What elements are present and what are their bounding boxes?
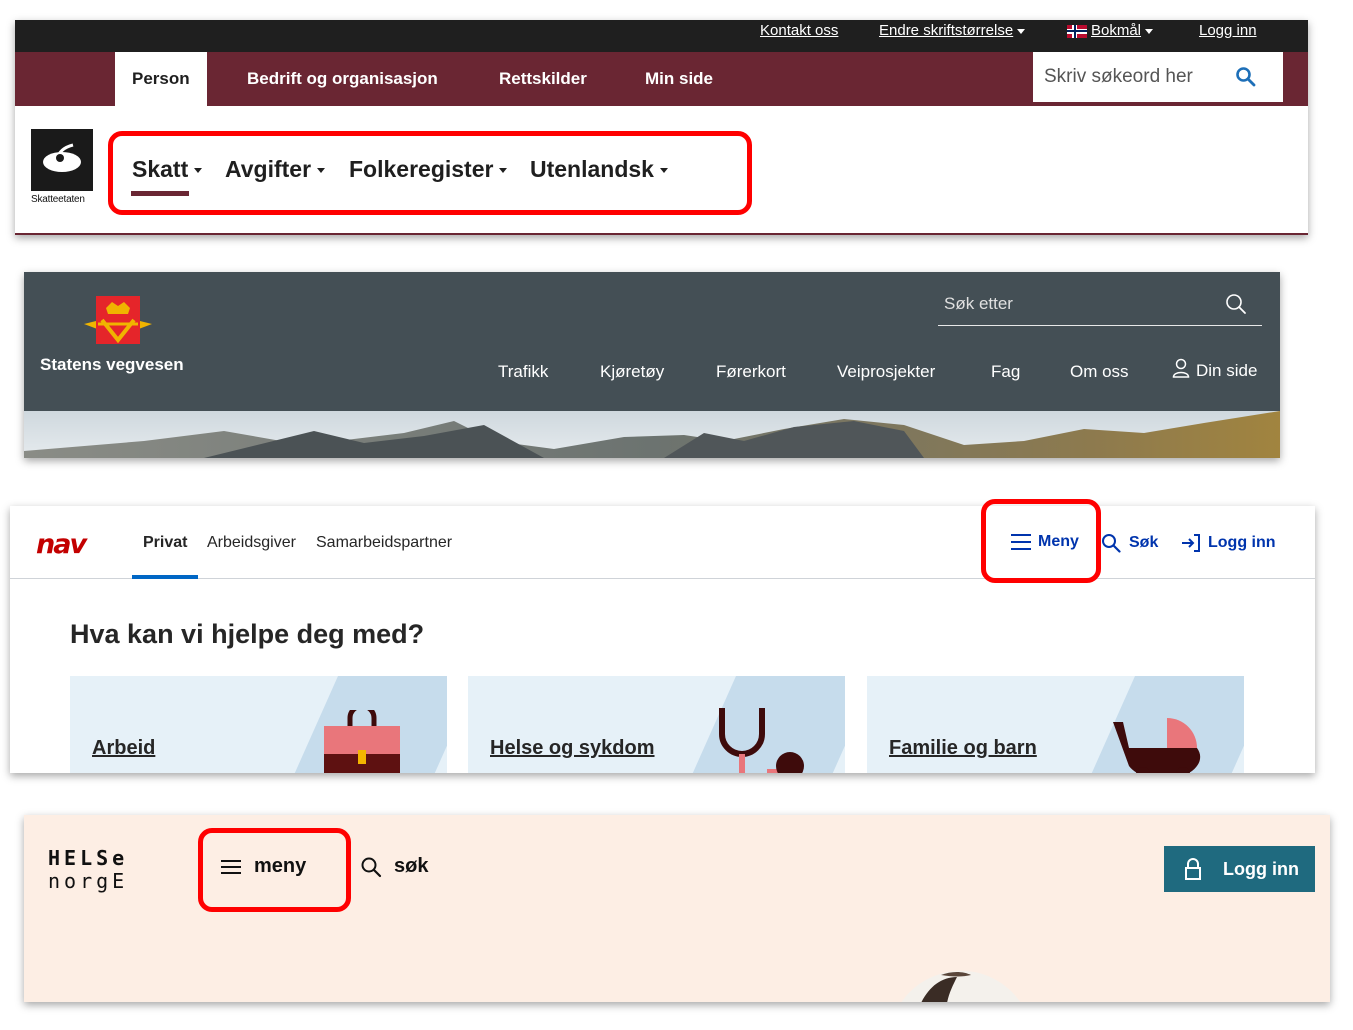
lock-icon <box>1185 858 1201 880</box>
search-label: Søk <box>1129 534 1159 552</box>
search-icon[interactable] <box>1224 292 1248 316</box>
card-health[interactable]: Helse og sykdom <box>468 676 845 773</box>
highlight-box-menu <box>981 499 1101 583</box>
search-placeholder: Søk etter <box>944 294 1013 313</box>
mountain-banner-image <box>24 411 1280 458</box>
hero-photo-image <box>901 970 1021 1002</box>
language-dropdown[interactable]: Bokmål <box>1067 22 1154 39</box>
nav-logo[interactable]: nav <box>36 529 87 560</box>
search-button[interactable]: søk <box>360 855 428 878</box>
user-icon <box>1172 358 1190 378</box>
briefcase-icon <box>324 710 400 773</box>
stroller-icon <box>1113 718 1201 773</box>
active-tab-indicator <box>132 575 198 579</box>
skatteetaten-logo[interactable] <box>31 129 93 191</box>
search-input[interactable]: Skriv søkeord her <box>1033 52 1283 102</box>
caret-down-icon <box>1145 28 1154 34</box>
menu-item-license[interactable]: Førerkort <box>716 362 786 382</box>
menu-item-my-page[interactable]: Din side <box>1172 358 1257 381</box>
tab-employer[interactable]: Arbeidsgiver <box>207 534 296 552</box>
logo-text: Skatteetaten <box>31 194 85 205</box>
font-size-label: Endre skriftstørrelse <box>879 22 1014 39</box>
menu-item-fag[interactable]: Fag <box>991 362 1020 382</box>
search-label: søk <box>394 855 429 877</box>
search-icon <box>361 857 382 877</box>
card-family[interactable]: Familie og barn <box>867 676 1244 773</box>
logo-mark-icon <box>43 143 81 172</box>
nav-topbar: nav Privat Arbeidsgiver Samarbeidspartne… <box>10 506 1315 579</box>
nav-item-business[interactable]: Bedrift og organisasjon <box>247 52 438 106</box>
card-work[interactable]: Arbeid <box>70 676 447 773</box>
contact-link[interactable]: Kontakt oss <box>760 22 838 39</box>
nav-header: nav Privat Arbeidsgiver Samarbeidspartne… <box>10 506 1315 773</box>
divider <box>15 233 1308 235</box>
vegvesen-brand[interactable]: Statens vegvesen <box>40 355 184 375</box>
login-label: Logg inn <box>1223 859 1299 879</box>
vegvesen-header: Statens vegvesen Søk etter Trafikk Kjøre… <box>24 272 1280 458</box>
nav-item-my-page[interactable]: Min side <box>645 52 713 106</box>
login-label: Logg inn <box>1208 534 1276 552</box>
utility-bar: Kontakt oss Endre skriftstørrelse Bokmål… <box>15 20 1308 52</box>
vegvesen-crest-icon[interactable] <box>82 294 154 348</box>
helsenorge-logo[interactable]: HELSe norgE <box>48 847 128 893</box>
menu-item-vehicles[interactable]: Kjøretøy <box>600 362 664 382</box>
stethoscope-icon <box>719 708 804 773</box>
search-icon <box>1102 534 1121 553</box>
page-heading: Hva kan vi hjelpe deg med? <box>70 619 425 649</box>
tab-partner[interactable]: Samarbeidspartner <box>316 534 452 552</box>
language-label: Bokmål <box>1091 22 1142 39</box>
highlight-box-menu <box>198 828 351 912</box>
highlight-box-subnav <box>108 131 752 215</box>
logo-line: HELSe <box>48 846 129 870</box>
search-icon[interactable] <box>1235 66 1257 88</box>
norway-flag-icon <box>1067 24 1087 38</box>
nav-item-person[interactable]: Person <box>115 52 207 106</box>
login-icon <box>1182 534 1200 552</box>
nav-item-legal-sources[interactable]: Rettskilder <box>499 52 587 106</box>
card-label: Helse og sykdom <box>490 737 655 759</box>
menu-item-projects[interactable]: Veiprosjekter <box>837 362 935 382</box>
card-label: Familie og barn <box>889 737 1037 759</box>
search-button[interactable]: Søk <box>1101 533 1158 553</box>
search-input[interactable]: Søk etter <box>938 290 1262 326</box>
login-link[interactable]: Logg inn <box>1199 22 1257 39</box>
caret-down-icon <box>1017 28 1026 34</box>
login-button[interactable]: Logg inn <box>1180 533 1276 553</box>
login-button[interactable]: Logg inn <box>1164 846 1315 892</box>
menu-item-traffic[interactable]: Trafikk <box>498 362 548 382</box>
menu-item-about[interactable]: Om oss <box>1070 362 1129 382</box>
card-label: Arbeid <box>92 737 156 759</box>
my-page-label: Din side <box>1196 361 1258 380</box>
search-placeholder: Skriv søkeord her <box>1044 66 1193 87</box>
tab-private[interactable]: Privat <box>143 534 187 552</box>
font-size-dropdown[interactable]: Endre skriftstørrelse <box>879 22 1026 39</box>
logo-line: norgE <box>48 869 129 893</box>
